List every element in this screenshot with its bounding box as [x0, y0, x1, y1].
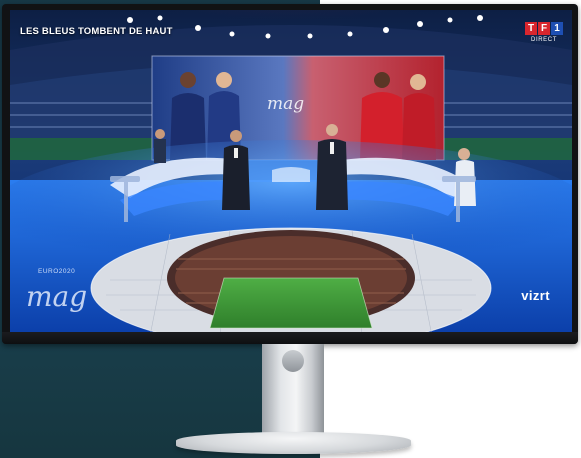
studio-scene: [10, 10, 572, 336]
monitor-bezel-bottom: [2, 332, 578, 344]
competition-logo: EURO2020: [38, 268, 76, 275]
live-status: DIRECT: [531, 37, 557, 43]
channel-logo-letter: T: [525, 22, 537, 35]
monitor: LES BLEUS TOMBENT DE HAUT T F 1 DIRECT m…: [2, 4, 578, 344]
headline-caption: LES BLEUS TOMBENT DE HAUT: [20, 26, 173, 37]
channel-logo-letter: F: [538, 22, 550, 35]
monitor-screen: LES BLEUS TOMBENT DE HAUT T F 1 DIRECT m…: [10, 10, 572, 336]
channel-logo-letter: 1: [551, 22, 563, 35]
show-logo: mag: [26, 280, 88, 313]
channel-logo: T F 1 DIRECT: [524, 18, 564, 43]
monitor-stand-base: [176, 432, 411, 454]
video-wall-show-logo: mag: [267, 94, 305, 114]
cable-slot: [282, 350, 304, 372]
vizrt-watermark: vizrt: [521, 288, 550, 303]
background-figure: [154, 129, 166, 163]
